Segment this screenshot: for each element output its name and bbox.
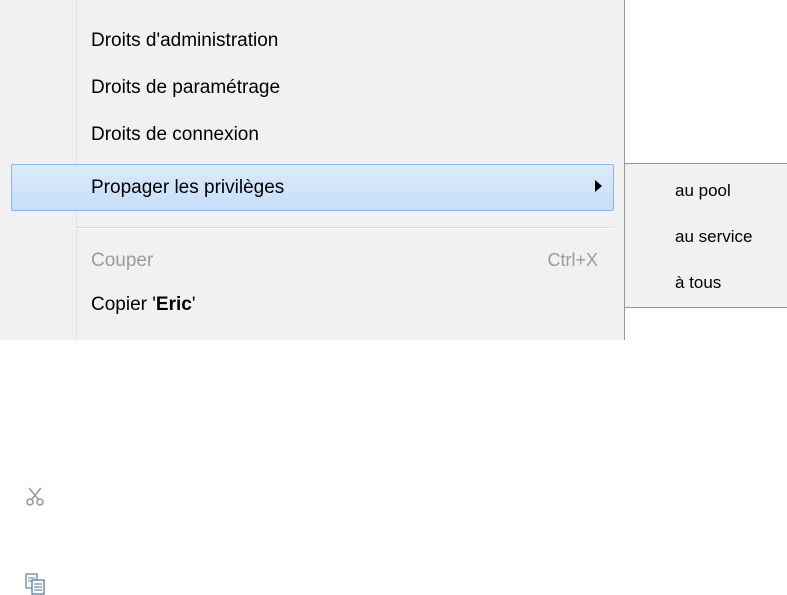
propagate-submenu: au pool au service à tous [625, 163, 787, 308]
menu-item-cut[interactable]: Couper Ctrl+X [0, 237, 624, 506]
menu-item-admin-rights[interactable]: Droits d'administration [0, 17, 624, 64]
copy-label-target: Eric [155, 293, 192, 315]
submenu-item-label: au pool [675, 181, 731, 200]
copy-label-prefix: Copier ' [91, 293, 156, 315]
submenu-arrow-icon [595, 180, 602, 192]
scissors-icon [26, 487, 44, 506]
menu-item-propagate-privileges[interactable]: Propager les privilèges [11, 164, 614, 211]
menu-item-label: Propager les privilèges [91, 176, 285, 198]
menu-item-label: Droits de connexion [91, 123, 259, 145]
submenu-item-label: à tous [675, 273, 722, 292]
menu-separator-highlight [77, 228, 615, 229]
menu-item-connection-rights[interactable]: Droits de connexion [0, 111, 624, 158]
copy-icon [25, 573, 45, 595]
menu-item-label: Droits d'administration [91, 29, 279, 51]
context-menu: Droits d'administration Droits de paramé… [0, 0, 625, 595]
submenu-item-service[interactable]: au service [625, 214, 787, 260]
menu-item-label: Copier 'Eric' [91, 294, 195, 316]
submenu-item-label: au service [675, 227, 753, 246]
menu-item-copy[interactable]: Copier 'Eric' [0, 281, 624, 595]
copy-label-suffix: ' [191, 293, 196, 315]
submenu-item-all[interactable]: à tous [625, 260, 787, 306]
menu-item-settings-rights[interactable]: Droits de paramétrage [0, 64, 624, 111]
menu-item-label: Droits de paramétrage [91, 76, 281, 98]
menu-item-label: Couper [91, 249, 154, 271]
shortcut-label: Ctrl+X [547, 250, 598, 270]
submenu-item-pool[interactable]: au pool [625, 168, 787, 214]
